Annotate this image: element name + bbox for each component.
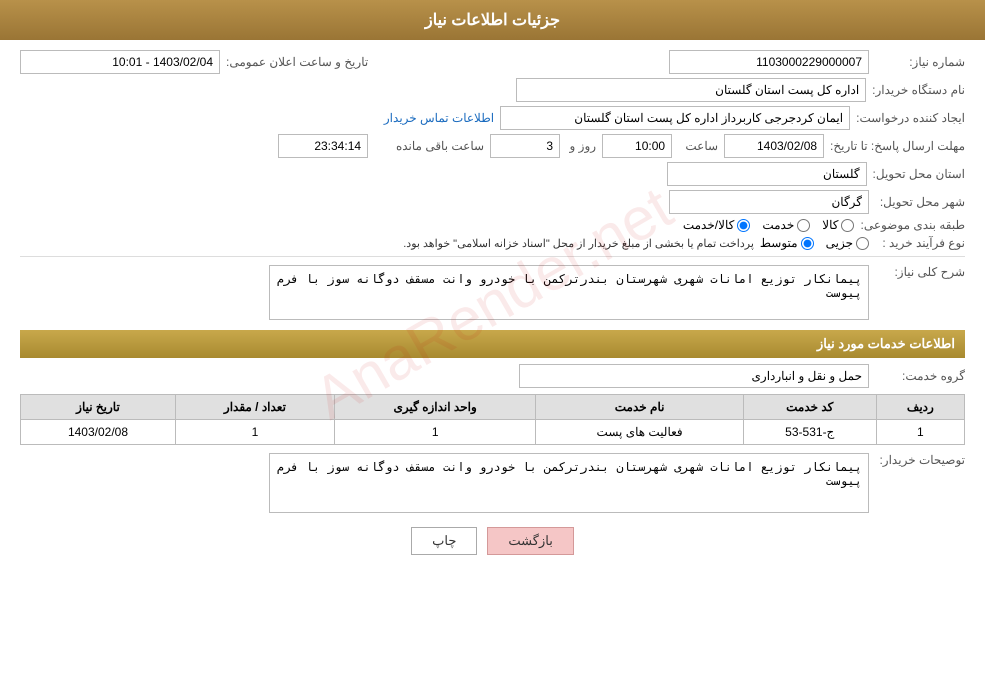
col-tarikh: تاریخ نیاز — [21, 395, 176, 420]
shomareNiaz-label: شماره نیاز: — [875, 55, 965, 69]
noFarayand-label: نوع فرآیند خرید : — [875, 236, 965, 250]
mohlatErsal-label: مهلت ارسال پاسخ: تا تاریخ: — [830, 139, 965, 153]
farayand-mota[interactable]: متوسط — [760, 236, 814, 250]
col-kodKhadamat: کد خدمت — [743, 395, 876, 420]
back-button[interactable]: بازگشت — [487, 527, 573, 555]
khadamat-table: ردیف کد خدمت نام خدمت واحد اندازه گیری ت… — [20, 394, 965, 445]
col-namKhadamat: نام خدمت — [536, 395, 743, 420]
ostanTahvil-input[interactable] — [667, 162, 867, 186]
shahrTahvil-input[interactable] — [669, 190, 869, 214]
tosihKharidar-textarea[interactable]: پیمانکار توزیع امانات شهری شهرستان بندرت… — [269, 453, 869, 513]
ostanTahvil-row: استان محل تحویل: — [20, 162, 965, 186]
buttons-row: بازگشت چاپ — [20, 527, 965, 555]
noFarayand-note: پرداخت تمام یا بخشی از مبلغ خریدار از مح… — [403, 237, 754, 250]
col-radif: ردیف — [876, 395, 964, 420]
tabaqe-khadamat[interactable]: خدمت — [762, 218, 810, 232]
sharhKoli-row: شرح کلی نیاز: پیمانکار توزیع امانات شهری… — [20, 265, 965, 320]
tabaqeBandi-row: طبقه بندی موضوعی: کالا خدمت کالا/خدمت — [20, 218, 965, 232]
namDastgah-row: نام دستگاه خریدار: — [20, 78, 965, 102]
mohlatRooz-input[interactable] — [490, 134, 560, 158]
ejadKonande-label: ایجاد کننده درخواست: — [856, 111, 965, 125]
khadamat-section-title: اطلاعات خدمات مورد نیاز — [20, 330, 965, 358]
shomareNiaz-row: شماره نیاز: تاریخ و ساعت اعلان عمومی: — [20, 50, 965, 74]
page-title: جزئیات اطلاعات نیاز — [0, 0, 985, 40]
mohlatSaat-input[interactable] — [602, 134, 672, 158]
col-vahed: واحد اندازه گیری — [334, 395, 536, 420]
mohlatSaatMande-input[interactable] — [278, 134, 368, 158]
shomareNiaz-input[interactable] — [669, 50, 869, 74]
tabaqe-kala-khadamat[interactable]: کالا/خدمت — [683, 218, 750, 232]
tabaqe-kala[interactable]: کالا — [822, 218, 854, 232]
tabaqeBandi-label: طبقه بندی موضوعی: — [860, 218, 965, 232]
ostanTahvil-label: استان محل تحویل: — [873, 167, 965, 181]
tabaqe-radiogroup: کالا خدمت کالا/خدمت — [683, 218, 855, 232]
mohlatRooz-label: روز و — [566, 139, 596, 153]
table-row: 1ج-531-53فعالیت های پست111403/02/08 — [21, 420, 965, 445]
namDastgah-label: نام دستگاه خریدار: — [872, 83, 965, 97]
tarikh-input[interactable] — [20, 50, 220, 74]
farayand-jozi[interactable]: جزیی — [826, 236, 869, 250]
noFarayand-row: نوع فرآیند خرید : جزیی متوسط پرداخت تمام… — [20, 236, 965, 250]
groheKhadamat-row: گروه خدمت: — [20, 364, 965, 388]
farayand-radiogroup: جزیی متوسط — [760, 236, 869, 250]
tarikh-label: تاریخ و ساعت اعلان عمومی: — [226, 55, 368, 69]
namDastgah-input[interactable] — [516, 78, 866, 102]
shahrTahvil-row: شهر محل تحویل: — [20, 190, 965, 214]
ejadKonande-input[interactable] — [500, 106, 850, 130]
tosihKharidar-row: توصیحات خریدار: پیمانکار توزیع امانات شه… — [20, 453, 965, 513]
etelaat-link[interactable]: اطلاعات تماس خریدار — [384, 111, 494, 125]
tosihKharidar-label: توصیحات خریدار: — [875, 453, 965, 467]
sharhKoli-textarea[interactable]: پیمانکار توزیع امانات شهری شهرستان بندرت… — [269, 265, 869, 320]
print-button[interactable]: چاپ — [411, 527, 477, 555]
mohlatSaatMande-label: ساعت باقی مانده — [374, 139, 484, 153]
groheKhadamat-label: گروه خدمت: — [875, 369, 965, 383]
shahrTahvil-label: شهر محل تحویل: — [875, 195, 965, 209]
ejadKonande-row: ایجاد کننده درخواست: اطلاعات تماس خریدار — [20, 106, 965, 130]
sharhKoli-label: شرح کلی نیاز: — [875, 265, 965, 279]
mohlatErsal-row: مهلت ارسال پاسخ: تا تاریخ: ساعت روز و سا… — [20, 134, 965, 158]
col-tedad: تعداد / مقدار — [175, 395, 334, 420]
groheKhadamat-input[interactable] — [519, 364, 869, 388]
mohlatDate-input[interactable] — [724, 134, 824, 158]
mohlatSaat-label: ساعت — [678, 139, 718, 153]
